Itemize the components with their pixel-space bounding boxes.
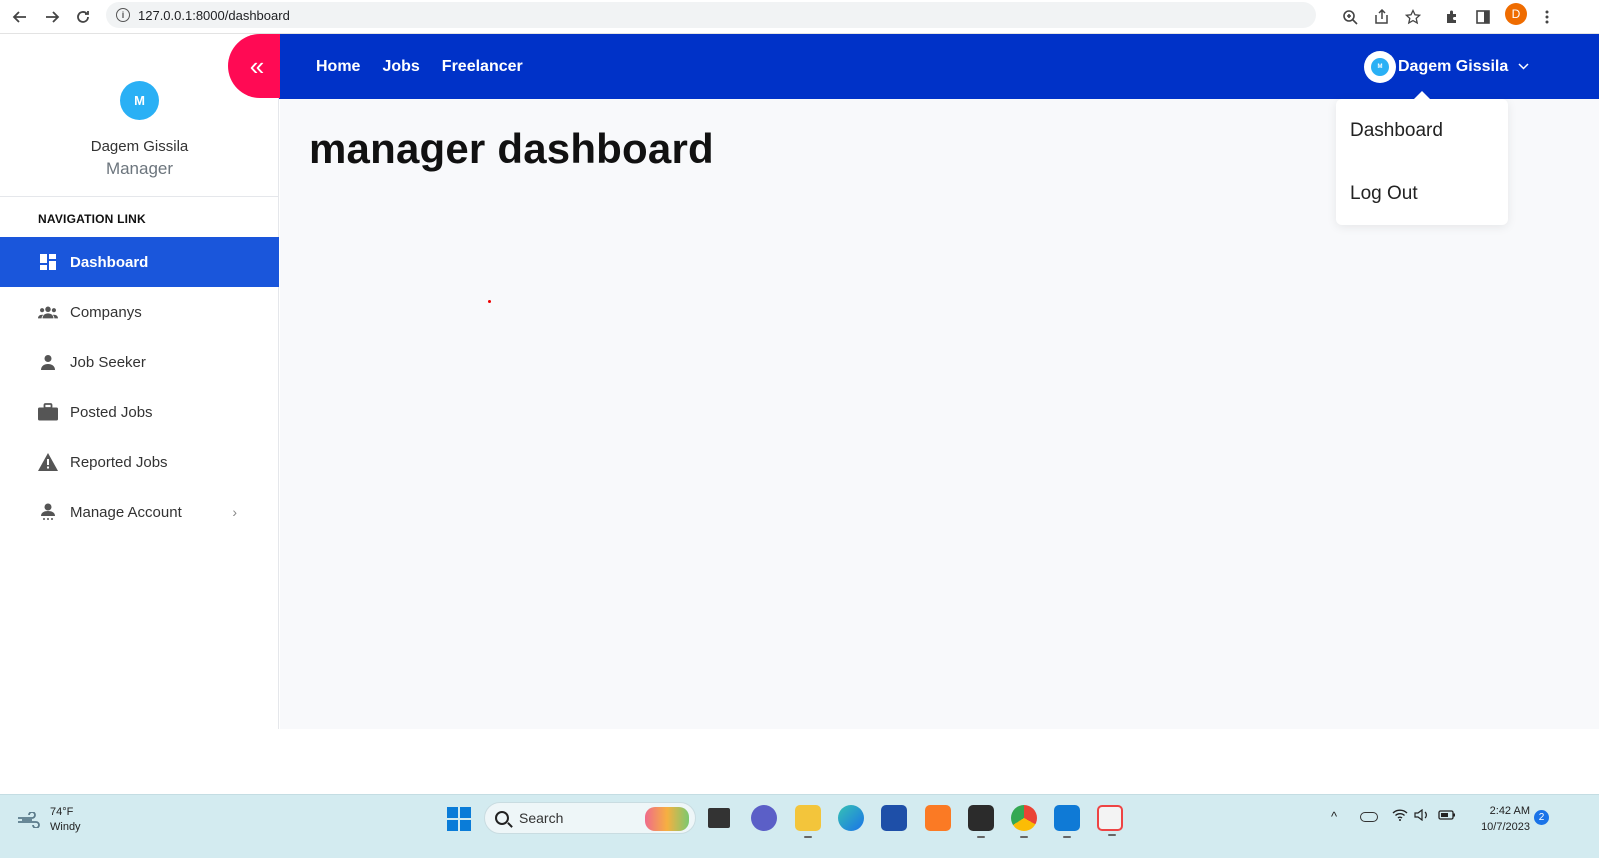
cursor-dot <box>488 300 491 303</box>
reload-icon[interactable] <box>70 4 96 30</box>
snipping-tool-icon[interactable] <box>1097 805 1123 836</box>
side-panel-icon[interactable] <box>1470 4 1496 30</box>
page-title: manager dashboard <box>309 125 714 172</box>
weather-widget[interactable]: 74°F Windy <box>16 805 81 835</box>
share-icon[interactable] <box>1369 4 1395 30</box>
browser-profile-avatar[interactable]: D <box>1505 3 1527 25</box>
sidebar-item-companys[interactable]: Companys <box>0 287 279 337</box>
taskbar-search-label: Search <box>519 810 564 826</box>
volume-icon[interactable] <box>1414 808 1430 824</box>
warning-triangle-icon <box>38 452 58 472</box>
sidebar-divider <box>0 196 279 197</box>
people-group-icon <box>38 302 58 322</box>
person-icon <box>38 352 58 372</box>
store-icon[interactable] <box>881 805 907 831</box>
forward-icon[interactable] <box>39 4 65 30</box>
clock-date: 10/7/2023 <box>1481 821 1530 833</box>
terminal-icon[interactable] <box>968 805 994 838</box>
tray-overflow-icon[interactable]: ^ <box>1331 809 1337 824</box>
top-navbar: Home Jobs Freelancer M Dagem Gissila <box>279 34 1599 99</box>
user-dropdown-menu: Dashboard Log Out <box>1336 91 1508 225</box>
search-icon <box>495 811 509 825</box>
sidebar-item-reported-jobs[interactable]: Reported Jobs <box>0 437 279 487</box>
browser-menu-icon[interactable] <box>1534 4 1560 30</box>
sidebar-item-label: Reported Jobs <box>70 453 168 471</box>
back-icon[interactable] <box>7 4 33 30</box>
teams-chat-icon[interactable] <box>751 805 777 831</box>
briefcase-icon <box>38 402 58 422</box>
edge-browser-icon[interactable] <box>838 805 864 831</box>
chevron-right-icon: › <box>232 504 237 520</box>
sidebar-item-dashboard[interactable]: Dashboard <box>0 237 279 287</box>
windows-start-icon[interactable] <box>447 807 471 831</box>
url-text: 127.0.0.1:8000/dashboard <box>138 7 290 23</box>
extensions-icon[interactable] <box>1439 4 1465 30</box>
sidebar-item-label: Manage Account <box>70 503 182 521</box>
site-info-icon[interactable]: i <box>116 8 130 22</box>
vscode-icon[interactable] <box>1054 805 1080 838</box>
user-menu-toggle[interactable]: M Dagem Gissila <box>1364 51 1529 83</box>
sidebar-item-label: Companys <box>70 303 142 321</box>
sidebar-user-name: Dagem Gissila <box>90 138 189 155</box>
chrome-icon[interactable] <box>1011 805 1037 838</box>
file-explorer-icon[interactable] <box>795 805 821 838</box>
wind-icon <box>18 812 40 828</box>
address-bar[interactable]: i 127.0.0.1:8000/dashboard <box>106 2 1316 28</box>
sidebar-item-label: Posted Jobs <box>70 403 153 421</box>
sidebar-item-label: Job Seeker <box>70 353 146 371</box>
os-taskbar: 74°F Windy Search ^ 2:42 AM 10/7/2023 2 <box>0 794 1599 858</box>
dropdown-item-dashboard[interactable]: Dashboard <box>1336 99 1508 162</box>
taskbar-clock[interactable]: 2:42 AM 10/7/2023 <box>1466 803 1530 835</box>
sidebar-nav: Dashboard Companys Job Seeker Posted Job… <box>0 237 279 537</box>
account-manage-icon <box>38 502 58 522</box>
wifi-icon[interactable] <box>1392 809 1408 824</box>
bookmark-star-icon[interactable] <box>1400 4 1426 30</box>
zoom-icon[interactable] <box>1337 4 1363 30</box>
notification-badge[interactable]: 2 <box>1534 810 1549 825</box>
search-highlight-icon <box>645 807 689 831</box>
nav-link-freelancer[interactable]: Freelancer <box>442 58 523 76</box>
sidebar-item-job-seeker[interactable]: Job Seeker <box>0 337 279 387</box>
sidebar-item-label: Dashboard <box>70 253 149 271</box>
battery-icon[interactable] <box>1438 809 1456 824</box>
user-avatar: M <box>1364 51 1396 83</box>
top-nav-links: Home Jobs Freelancer <box>316 34 523 99</box>
dashboard-icon <box>38 252 58 272</box>
taskbar-search[interactable]: Search <box>484 802 696 834</box>
dropdown-item-logout[interactable]: Log Out <box>1336 162 1508 225</box>
weather-temp: 74°F <box>50 806 74 818</box>
clock-time: 2:42 AM <box>1489 805 1530 817</box>
sidebar-avatar: M <box>120 81 159 120</box>
xampp-icon[interactable] <box>925 805 951 831</box>
nav-heading: NAVIGATION LINK <box>38 212 146 226</box>
sidebar-item-posted-jobs[interactable]: Posted Jobs <box>0 387 279 437</box>
user-avatar-initial: M <box>1371 58 1389 76</box>
double-chevron-left-icon: « <box>249 50 265 81</box>
chevron-down-icon <box>1518 61 1529 73</box>
onedrive-icon[interactable] <box>1360 812 1378 822</box>
sidebar: M Dagem Gissila Manager NAVIGATION LINK … <box>0 34 279 729</box>
nav-link-jobs[interactable]: Jobs <box>382 58 419 76</box>
weather-desc: Windy <box>50 821 81 833</box>
nav-link-home[interactable]: Home <box>316 58 360 76</box>
user-menu-name: Dagem Gissila <box>1398 58 1509 75</box>
task-view-icon[interactable] <box>708 808 730 828</box>
sidebar-user-role: Manager <box>105 159 174 178</box>
browser-toolbar: i 127.0.0.1:8000/dashboard D <box>0 0 1599 34</box>
sidebar-item-manage-account[interactable]: Manage Account › <box>0 487 279 537</box>
